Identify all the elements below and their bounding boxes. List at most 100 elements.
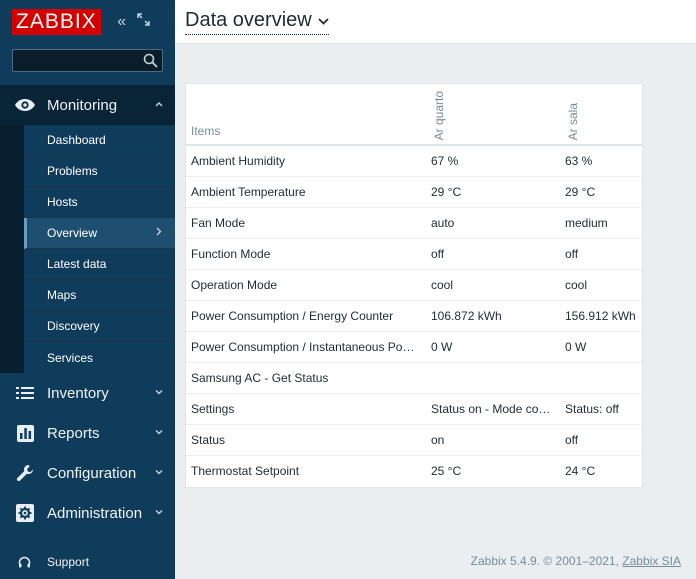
- sidebar-item-label: Overview: [47, 226, 98, 240]
- eye-icon: [0, 98, 47, 112]
- column-header-label: Ar sala: [566, 102, 580, 140]
- value-cell[interactable]: [560, 362, 642, 394]
- sidebar-item-label: Services: [47, 350, 94, 365]
- chevron-down-icon: [155, 467, 163, 478]
- sidebar-item-problems[interactable]: Problems: [24, 156, 175, 187]
- value-cell[interactable]: medium: [560, 207, 642, 239]
- chevron-down-icon: [155, 387, 163, 398]
- menu-configuration[interactable]: Configuration: [0, 453, 175, 493]
- footer-text: Zabbix 5.4.9. © 2001–2021,: [470, 554, 619, 568]
- wrench-icon: [0, 464, 47, 482]
- value-cell[interactable]: 0 W: [560, 331, 642, 363]
- value-cell[interactable]: 29 °C: [426, 176, 560, 208]
- sidebar-item-label: Hosts: [47, 195, 78, 209]
- table-header-row: Items Ar quarto Ar sala: [186, 84, 642, 146]
- value-cell[interactable]: 67 %: [426, 145, 560, 177]
- value-cell[interactable]: auto: [426, 207, 560, 239]
- chevron-down-icon: [318, 9, 329, 33]
- sidebar-item-label: Latest data: [47, 257, 107, 271]
- value-cell[interactable]: Status on - Mode coo...: [426, 393, 560, 425]
- sidebar-item-label: Problems: [47, 164, 98, 178]
- value-cell[interactable]: off: [560, 238, 642, 270]
- sidebar-item-hosts[interactable]: Hosts: [24, 187, 175, 218]
- item-name-cell: Power Consumption / Instantaneous Power: [186, 331, 426, 363]
- search-icon[interactable]: [143, 53, 158, 68]
- support-link[interactable]: Support: [0, 548, 175, 576]
- table-row: Samsung AC - Get Status: [186, 362, 642, 394]
- table-row: Thermostat Setpoint 25 °C 24 °C: [186, 455, 642, 486]
- sidebar-item-latest-data[interactable]: Latest data: [24, 249, 175, 280]
- sidebar-item-discovery[interactable]: Discovery: [24, 311, 175, 342]
- search-input[interactable]: [13, 50, 133, 71]
- value-cell[interactable]: 0 W: [426, 331, 560, 363]
- item-name-cell: Power Consumption / Energy Counter: [186, 300, 426, 332]
- sidebar-item-services[interactable]: Services: [24, 342, 175, 373]
- overview-table: Items Ar quarto Ar sala Ambient Humidity…: [186, 84, 642, 486]
- sidebar-item-overview[interactable]: Overview: [24, 218, 175, 249]
- list-icon: [0, 386, 47, 400]
- footer: Zabbix 5.4.9. © 2001–2021, Zabbix SIA: [471, 554, 681, 568]
- menu-label: Configuration: [47, 464, 137, 482]
- page-header: Data overview: [175, 0, 696, 44]
- value-cell[interactable]: cool: [426, 269, 560, 301]
- table-row: Fan Mode auto medium: [186, 207, 642, 239]
- support-label: Support: [47, 555, 90, 569]
- menu-label: Monitoring: [47, 96, 118, 114]
- value-cell[interactable]: [426, 362, 560, 394]
- menu-reports[interactable]: Reports: [0, 413, 175, 453]
- table-row: Ambient Temperature 29 °C 29 °C: [186, 176, 642, 208]
- value-cell[interactable]: Status: off: [560, 393, 642, 425]
- sidebar-item-label: Discovery: [47, 319, 100, 333]
- chevron-right-icon: [156, 227, 162, 239]
- headset-icon: [0, 556, 47, 569]
- item-name-cell: Thermostat Setpoint: [191, 463, 300, 478]
- menu-monitoring[interactable]: Monitoring: [0, 85, 175, 125]
- table-row: Status on off: [186, 424, 642, 456]
- item-name-cell: Samsung AC - Get Status: [186, 362, 426, 394]
- monitoring-submenu: Dashboard Problems Hosts Overview Latest…: [0, 125, 175, 373]
- item-name-cell: Function Mode: [186, 238, 426, 270]
- value-cell[interactable]: 156.912 kWh: [560, 300, 642, 332]
- menu-label: Administration: [47, 504, 143, 522]
- item-name-cell: Ambient Temperature: [186, 176, 426, 208]
- menu-label: Inventory: [47, 384, 109, 402]
- chevron-down-icon: [155, 507, 163, 518]
- value-cell[interactable]: 24 °C: [560, 455, 642, 486]
- value-cell[interactable]: 106.872 kWh: [426, 300, 560, 332]
- value-cell[interactable]: cool: [560, 269, 642, 301]
- sidebar-search: [12, 49, 163, 72]
- logo-row: ZABBIX «: [0, 0, 175, 44]
- table-row: Power Consumption / Instantaneous Power 0…: [186, 331, 642, 363]
- table-row: Settings Status on - Mode coo... Status: o…: [186, 393, 642, 425]
- zabbix-logo[interactable]: ZABBIX: [12, 9, 101, 35]
- menu-inventory[interactable]: Inventory: [0, 373, 175, 413]
- page-title-text: Data overview: [185, 9, 312, 31]
- sidebar-item-label: Dashboard: [47, 133, 106, 147]
- page-title[interactable]: Data overview: [185, 8, 329, 35]
- value-cell[interactable]: 29 °C: [560, 176, 642, 208]
- gear-icon: [0, 504, 47, 522]
- footer-link[interactable]: Zabbix SIA: [622, 554, 681, 568]
- value-cell[interactable]: 63 %: [560, 145, 642, 177]
- bar-chart-icon: [0, 424, 47, 442]
- value-cell[interactable]: on: [426, 424, 560, 456]
- item-name-cell: Settings: [186, 393, 426, 425]
- collapse-sidebar-icon[interactable]: «: [115, 13, 129, 31]
- main-menu: Monitoring Dashboard Problems Hosts Over…: [0, 85, 175, 533]
- expand-icon[interactable]: [137, 13, 151, 31]
- value-cell[interactable]: 25 °C: [426, 455, 560, 486]
- menu-administration[interactable]: Administration: [0, 493, 175, 533]
- sidebar-item-maps[interactable]: Maps: [24, 280, 175, 311]
- value-cell[interactable]: off: [560, 424, 642, 456]
- table-row: Power Consumption / Energy Counter 106.87…: [186, 300, 642, 332]
- table-row: Function Mode off off: [186, 238, 642, 270]
- column-header-label: Ar quarto: [432, 90, 446, 140]
- value-cell[interactable]: off: [426, 238, 560, 270]
- table-row: Ambient Humidity 67 % 63 %: [186, 145, 642, 177]
- chevron-up-icon: [155, 99, 163, 110]
- sidebar-item-label: Maps: [47, 288, 77, 302]
- sidebar-item-dashboard[interactable]: Dashboard: [24, 125, 175, 156]
- chevron-down-icon: [155, 427, 163, 438]
- column-header-host: Ar sala: [560, 84, 642, 146]
- sidebar: ZABBIX « Monitoring Dashboard Problems H…: [0, 0, 175, 579]
